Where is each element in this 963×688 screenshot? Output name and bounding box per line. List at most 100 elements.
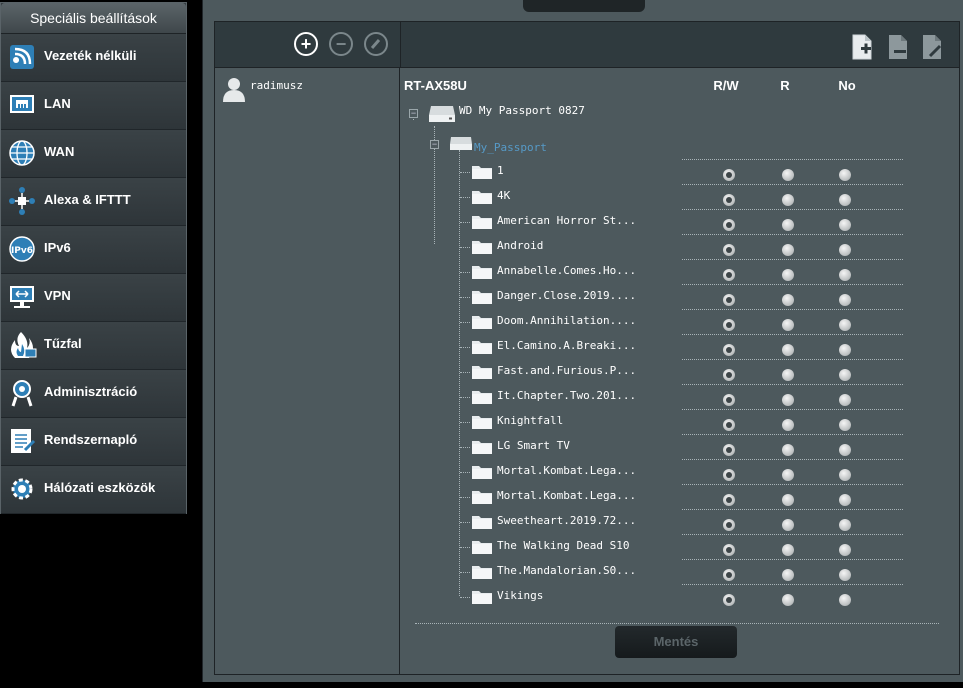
tree-connector xyxy=(460,172,470,173)
sidebar-item-system-log[interactable]: Rendszernapló xyxy=(1,418,186,466)
radio-r[interactable] xyxy=(782,444,794,456)
radio-no[interactable] xyxy=(839,219,851,231)
radio-no[interactable] xyxy=(839,319,851,331)
folder-icon xyxy=(472,491,492,504)
radio-rw[interactable] xyxy=(723,444,735,456)
add-user-button[interactable]: + xyxy=(294,32,318,56)
router-name: RT-AX58U xyxy=(404,78,467,93)
folder-icon xyxy=(472,516,492,529)
partition-collapse-toggle[interactable]: − xyxy=(430,140,439,149)
sidebar-item-alexa-ifttt[interactable]: Alexa & IFTTT xyxy=(1,178,186,226)
radio-rw[interactable] xyxy=(723,594,735,606)
tree-connector xyxy=(460,272,470,273)
radio-r[interactable] xyxy=(782,494,794,506)
column-header-r: R xyxy=(780,78,790,93)
radio-no[interactable] xyxy=(839,594,851,606)
radio-no[interactable] xyxy=(839,569,851,581)
sidebar-item-wireless[interactable]: Vezeték nélküli xyxy=(1,34,186,82)
radio-r[interactable] xyxy=(782,319,794,331)
radio-no[interactable] xyxy=(839,244,851,256)
radio-r[interactable] xyxy=(782,369,794,381)
save-button[interactable]: Mentés xyxy=(615,626,737,658)
row-divider xyxy=(682,309,903,310)
sidebar-item-firewall[interactable]: Tűzfal xyxy=(1,322,186,370)
row-divider xyxy=(682,509,903,510)
sidebar-item-lan[interactable]: LAN xyxy=(1,82,186,130)
radio-no[interactable] xyxy=(839,519,851,531)
radio-rw[interactable] xyxy=(723,519,735,531)
rename-folder-icon[interactable] xyxy=(922,34,942,60)
sidebar-item-administration[interactable]: Adminisztráció xyxy=(1,370,186,418)
radio-no[interactable] xyxy=(839,369,851,381)
radio-r[interactable] xyxy=(782,394,794,406)
radio-no[interactable] xyxy=(839,344,851,356)
radio-r[interactable] xyxy=(782,519,794,531)
radio-rw[interactable] xyxy=(723,319,735,331)
folder-icon xyxy=(472,366,492,379)
toolbar: + − xyxy=(215,22,959,68)
radio-rw[interactable] xyxy=(723,494,735,506)
radio-r[interactable] xyxy=(782,569,794,581)
radio-rw[interactable] xyxy=(723,169,735,181)
radio-rw[interactable] xyxy=(723,544,735,556)
radio-rw[interactable] xyxy=(723,269,735,281)
radio-no[interactable] xyxy=(839,294,851,306)
radio-rw[interactable] xyxy=(723,569,735,581)
radio-no[interactable] xyxy=(839,444,851,456)
radio-rw[interactable] xyxy=(723,294,735,306)
radio-no[interactable] xyxy=(839,419,851,431)
radio-no[interactable] xyxy=(839,544,851,556)
remove-user-button[interactable]: − xyxy=(329,32,353,56)
bottom-divider xyxy=(415,623,939,624)
folder-name: The.Mandalorian.S0... xyxy=(497,564,637,577)
radio-no[interactable] xyxy=(839,394,851,406)
sidebar-item-wan-globe[interactable]: WAN xyxy=(1,130,186,178)
radio-r[interactable] xyxy=(782,469,794,481)
radio-r[interactable] xyxy=(782,294,794,306)
radio-r[interactable] xyxy=(782,244,794,256)
sidebar-item-vpn[interactable]: VPN xyxy=(1,274,186,322)
tree-connector xyxy=(460,197,470,198)
radio-rw[interactable] xyxy=(723,244,735,256)
radio-r[interactable] xyxy=(782,594,794,606)
folder-row: American Horror St... xyxy=(215,209,903,236)
edit-user-button[interactable] xyxy=(364,32,388,56)
drive-collapse-toggle[interactable]: − xyxy=(409,109,418,118)
radio-r[interactable] xyxy=(782,219,794,231)
row-divider xyxy=(682,384,903,385)
radio-rw[interactable] xyxy=(723,469,735,481)
radio-rw[interactable] xyxy=(723,219,735,231)
add-folder-icon[interactable] xyxy=(852,34,872,60)
folder-name: El.Camino.A.Breaki... xyxy=(497,339,637,352)
folder-row: Vikings xyxy=(215,584,903,611)
top-tab[interactable] xyxy=(523,0,645,12)
radio-rw[interactable] xyxy=(723,344,735,356)
radio-no[interactable] xyxy=(839,269,851,281)
radio-rw[interactable] xyxy=(723,369,735,381)
radio-no[interactable] xyxy=(839,494,851,506)
radio-r[interactable] xyxy=(782,419,794,431)
radio-rw[interactable] xyxy=(723,194,735,206)
radio-rw[interactable] xyxy=(723,394,735,406)
radio-rw[interactable] xyxy=(723,419,735,431)
partition-name[interactable]: My_Passport xyxy=(474,141,547,154)
folder-name: 1 xyxy=(497,164,504,177)
radio-r[interactable] xyxy=(782,344,794,356)
radio-no[interactable] xyxy=(839,194,851,206)
folder-row: 1 xyxy=(215,159,903,186)
delete-folder-icon[interactable] xyxy=(888,34,908,60)
radio-no[interactable] xyxy=(839,169,851,181)
radio-r[interactable] xyxy=(782,169,794,181)
sidebar-item-label: VPN xyxy=(44,288,71,303)
folder-row: Fast.and.Furious.P... xyxy=(215,359,903,386)
radio-r[interactable] xyxy=(782,269,794,281)
sidebar-item-ipv6[interactable]: IPv6 IPv6 xyxy=(1,226,186,274)
folder-row: It.Chapter.Two.201... xyxy=(215,384,903,411)
sidebar-item-network-tools[interactable]: Hálózati eszközök xyxy=(1,466,186,514)
radio-r[interactable] xyxy=(782,544,794,556)
folder-row: LG Smart TV xyxy=(215,434,903,461)
radio-no[interactable] xyxy=(839,469,851,481)
folder-row: 4K xyxy=(215,184,903,211)
radio-r[interactable] xyxy=(782,194,794,206)
folder-name: Mortal.Kombat.Lega... xyxy=(497,489,637,502)
